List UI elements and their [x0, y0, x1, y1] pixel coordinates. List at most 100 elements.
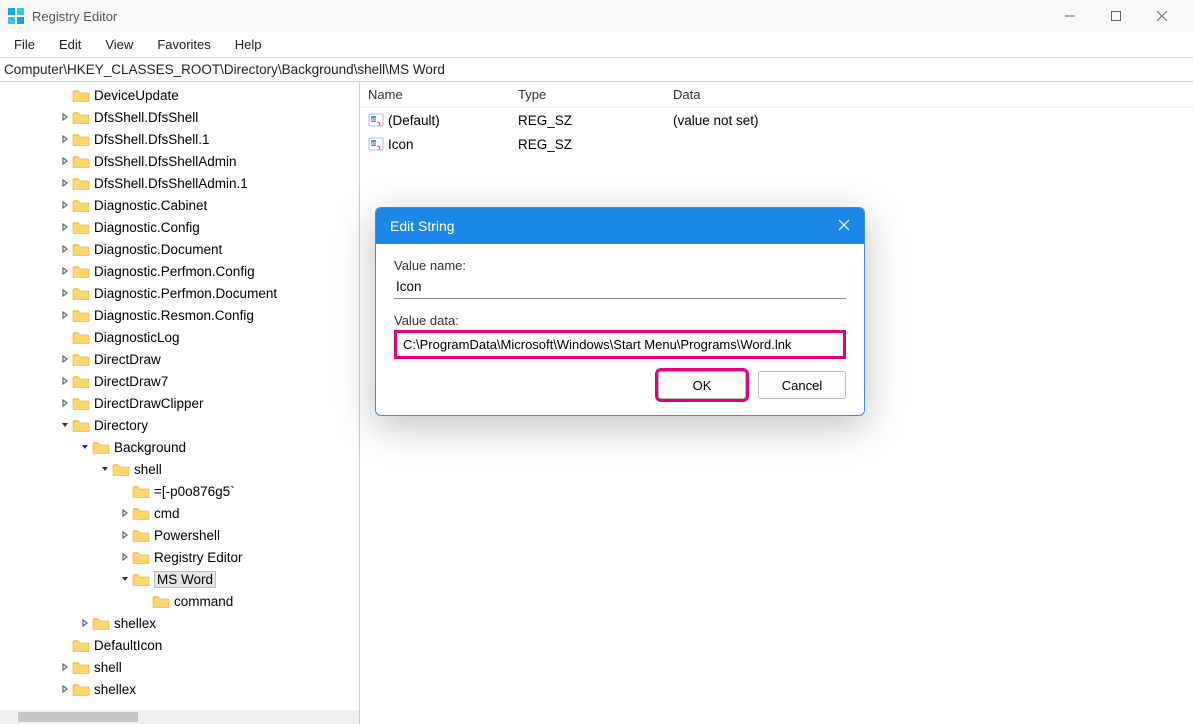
tree-item-label: Diagnostic.Config [94, 220, 200, 235]
maximize-button[interactable] [1093, 0, 1139, 32]
expand-caret[interactable] [58, 179, 72, 187]
expand-caret[interactable] [58, 201, 72, 209]
folder-icon [72, 132, 90, 146]
expand-caret[interactable] [78, 619, 92, 627]
tree-item-label: DiagnosticLog [94, 330, 180, 345]
folder-icon [72, 220, 90, 234]
tree-item[interactable]: command [0, 590, 359, 612]
tree-item[interactable]: DefaultIcon [0, 634, 359, 656]
tree-horizontal-scrollbar[interactable] [0, 710, 359, 724]
cancel-button[interactable]: Cancel [758, 371, 846, 399]
value-name-input[interactable] [394, 275, 846, 299]
expand-caret[interactable] [78, 443, 92, 451]
expand-caret[interactable] [58, 399, 72, 407]
menu-view[interactable]: View [101, 35, 137, 54]
list-header: Name Type Data [360, 82, 1193, 108]
expand-caret[interactable] [58, 685, 72, 693]
menu-favorites[interactable]: Favorites [153, 35, 214, 54]
tree-pane[interactable]: DeviceUpdate DfsShell.DfsShell DfsShell.Df… [0, 82, 360, 724]
expand-caret[interactable] [98, 465, 112, 473]
folder-icon [72, 198, 90, 212]
tree-item-label: DfsShell.DfsShell [94, 110, 198, 125]
string-value-icon: ab [368, 136, 384, 152]
folder-icon [72, 242, 90, 256]
expand-caret[interactable] [58, 311, 72, 319]
tree-item-label: DeviceUpdate [94, 88, 179, 103]
tree-item[interactable]: shell [0, 458, 359, 480]
folder-icon [72, 352, 90, 366]
tree-item[interactable]: DfsShell.DfsShellAdmin [0, 150, 359, 172]
tree-item[interactable]: DeviceUpdate [0, 84, 359, 106]
expand-caret[interactable] [58, 245, 72, 253]
expand-caret[interactable] [58, 267, 72, 275]
tree-item[interactable]: Diagnostic.Perfmon.Document [0, 282, 359, 304]
tree-item[interactable]: Diagnostic.Perfmon.Config [0, 260, 359, 282]
minimize-button[interactable] [1047, 0, 1093, 32]
scrollbar-thumb[interactable] [18, 712, 138, 722]
tree-item[interactable]: DiagnosticLog [0, 326, 359, 348]
tree-item[interactable]: Background [0, 436, 359, 458]
dialog-titlebar[interactable]: Edit String [376, 208, 864, 244]
dialog-close-button[interactable] [838, 218, 850, 234]
expand-caret[interactable] [58, 421, 72, 429]
col-header-data[interactable]: Data [665, 87, 1193, 102]
folder-icon [72, 88, 90, 102]
tree-item-label: Powershell [154, 528, 220, 543]
tree-item-label: DirectDraw7 [94, 374, 168, 389]
folder-icon [72, 154, 90, 168]
expand-caret[interactable] [58, 113, 72, 121]
tree-item[interactable]: DfsShell.DfsShell [0, 106, 359, 128]
tree-item[interactable]: Powershell [0, 524, 359, 546]
svg-text:ab: ab [371, 117, 377, 123]
row-name: Icon [388, 137, 414, 152]
tree-item[interactable]: Diagnostic.Resmon.Config [0, 304, 359, 326]
tree-item[interactable]: shell [0, 656, 359, 678]
tree-item[interactable]: Registry Editor [0, 546, 359, 568]
tree-item[interactable]: DfsShell.DfsShell.1 [0, 128, 359, 150]
expand-caret[interactable] [58, 135, 72, 143]
folder-icon [132, 550, 150, 564]
folder-icon [132, 572, 150, 586]
value-data-input[interactable] [394, 330, 846, 359]
list-row[interactable]: ab(Default)REG_SZ(value not set) [360, 108, 1193, 132]
folder-icon [72, 308, 90, 322]
expand-caret[interactable] [58, 157, 72, 165]
col-header-type[interactable]: Type [510, 87, 665, 102]
expand-caret[interactable] [58, 223, 72, 231]
menu-edit[interactable]: Edit [55, 35, 85, 54]
expand-caret[interactable] [118, 553, 132, 561]
ok-button[interactable]: OK [658, 371, 746, 399]
expand-caret[interactable] [58, 355, 72, 363]
expand-caret[interactable] [118, 509, 132, 517]
tree-item[interactable]: Diagnostic.Document [0, 238, 359, 260]
tree-item[interactable]: DirectDraw7 [0, 370, 359, 392]
tree-item[interactable]: =[-p0o876g5` [0, 480, 359, 502]
tree-item-label: MS Word [154, 571, 216, 588]
tree-item[interactable]: DirectDraw [0, 348, 359, 370]
tree-item[interactable]: DirectDrawClipper [0, 392, 359, 414]
address-text: Computer\HKEY_CLASSES_ROOT\Directory\Bac… [4, 62, 445, 77]
tree-item[interactable]: Diagnostic.Config [0, 216, 359, 238]
menu-help[interactable]: Help [231, 35, 266, 54]
tree-item[interactable]: shellex [0, 678, 359, 700]
folder-icon [152, 594, 170, 608]
list-row[interactable]: abIconREG_SZ [360, 132, 1193, 156]
address-bar[interactable]: Computer\HKEY_CLASSES_ROOT\Directory\Bac… [0, 58, 1193, 82]
expand-caret[interactable] [118, 531, 132, 539]
tree-item[interactable]: DfsShell.DfsShellAdmin.1 [0, 172, 359, 194]
tree-item-label: DefaultIcon [94, 638, 162, 653]
tree-item[interactable]: Diagnostic.Cabinet [0, 194, 359, 216]
tree-item[interactable]: shellex [0, 612, 359, 634]
tree-item[interactable]: MS Word [0, 568, 359, 590]
expand-caret[interactable] [58, 289, 72, 297]
value-name-label: Value name: [394, 258, 846, 273]
expand-caret[interactable] [118, 575, 132, 583]
tree-item[interactable]: Directory [0, 414, 359, 436]
close-button[interactable] [1139, 0, 1185, 32]
folder-icon [72, 264, 90, 278]
expand-caret[interactable] [58, 377, 72, 385]
tree-item[interactable]: cmd [0, 502, 359, 524]
expand-caret[interactable] [58, 663, 72, 671]
col-header-name[interactable]: Name [360, 87, 510, 102]
menu-file[interactable]: File [10, 35, 39, 54]
